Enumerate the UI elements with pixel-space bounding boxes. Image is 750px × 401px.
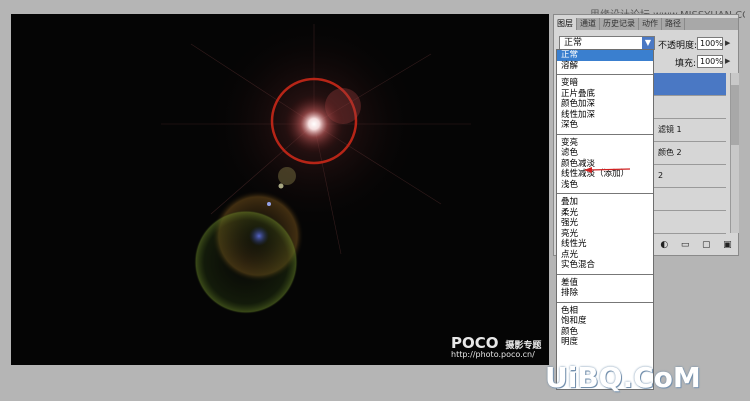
blend-option-screen[interactable]: 滤色 bbox=[557, 148, 653, 159]
layer-row[interactable]: 滤镜 1 bbox=[654, 119, 726, 142]
fill-label: 填充: bbox=[675, 59, 697, 69]
menu-divider bbox=[557, 273, 653, 275]
uibq-watermark: UiBQ.CoM bbox=[545, 361, 701, 394]
blend-option[interactable]: 线性光 bbox=[557, 239, 653, 250]
layer-icon-bar: ◐ ▭ ▢ ▣ bbox=[654, 237, 738, 253]
blend-option[interactable]: 点光 bbox=[557, 250, 653, 261]
blend-option[interactable]: 排除 bbox=[557, 288, 653, 299]
blend-option[interactable]: 亮光 bbox=[557, 229, 653, 240]
tab-history[interactable]: 历史记录 bbox=[600, 18, 639, 30]
blend-option[interactable]: 色相 bbox=[557, 306, 653, 317]
tab-actions[interactable]: 动作 bbox=[639, 18, 662, 30]
blend-option[interactable]: 明度 bbox=[557, 337, 653, 348]
chevron-down-icon[interactable]: ▼ bbox=[642, 37, 654, 49]
blend-option[interactable]: 颜色加深 bbox=[557, 99, 653, 110]
layer-row[interactable] bbox=[654, 73, 726, 96]
blend-option[interactable]: 颜色 bbox=[557, 327, 653, 338]
menu-divider bbox=[557, 301, 653, 303]
blend-option[interactable]: 饱和度 bbox=[557, 316, 653, 327]
scroll-thumb[interactable] bbox=[731, 85, 739, 145]
tab-channels[interactable]: 通道 bbox=[577, 18, 600, 30]
blend-option[interactable]: 柔光 bbox=[557, 208, 653, 219]
blend-option[interactable]: 差值 bbox=[557, 278, 653, 289]
layer-row[interactable]: 颜色 2 bbox=[654, 142, 726, 165]
panel-tabs: 图层 通道 历史记录 动作 路径 bbox=[554, 18, 738, 30]
blend-option[interactable]: 叠加 bbox=[557, 197, 653, 208]
blend-mode-select[interactable]: 正常 ▼ bbox=[559, 36, 655, 50]
blend-option[interactable]: 变暗 bbox=[557, 78, 653, 89]
blend-option[interactable]: 正常 bbox=[557, 50, 653, 61]
poco-url: http://photo.poco.cn/ bbox=[451, 350, 535, 359]
red-arrow-icon bbox=[584, 167, 631, 173]
opacity-label: 不透明度: bbox=[658, 41, 698, 51]
new-layer-icon[interactable]: ▢ bbox=[702, 240, 711, 250]
lens-flare-image bbox=[161, 14, 471, 314]
adjustment-icon[interactable]: ◐ bbox=[660, 240, 668, 250]
tab-paths[interactable]: 路径 bbox=[662, 18, 685, 30]
menu-divider bbox=[557, 74, 653, 75]
folder-icon[interactable]: ▭ bbox=[681, 240, 690, 250]
layer-row[interactable] bbox=[654, 96, 726, 119]
fill-arrow-icon[interactable]: ▶ bbox=[725, 55, 733, 68]
menu-divider bbox=[557, 193, 653, 194]
opacity-input[interactable]: 100% bbox=[697, 37, 723, 50]
layers-scrollbar[interactable] bbox=[730, 73, 739, 233]
image-canvas[interactable]: POCO 摄影专题 http://photo.poco.cn/ bbox=[11, 14, 549, 365]
blend-option[interactable]: 深色 bbox=[557, 120, 653, 131]
blend-option[interactable]: 强光 bbox=[557, 218, 653, 229]
layer-row[interactable] bbox=[654, 211, 726, 234]
layer-row[interactable]: 2 bbox=[654, 165, 726, 188]
layer-list: 滤镜 1 颜色 2 2 bbox=[654, 73, 726, 234]
blend-option[interactable]: 实色混合 bbox=[557, 260, 653, 271]
menu-divider bbox=[557, 133, 653, 135]
blend-option[interactable]: 正片叠底 bbox=[557, 89, 653, 100]
tab-layers[interactable]: 图层 bbox=[554, 18, 577, 30]
blend-option[interactable]: 溶解 bbox=[557, 61, 653, 72]
blend-mode-dropdown[interactable]: 正常 溶解 变暗 正片叠底 颜色加深 线性加深 深色 变亮 滤色 颜色减淡 线性… bbox=[556, 49, 654, 390]
trash-icon[interactable]: ▣ bbox=[723, 240, 732, 250]
layer-row[interactable] bbox=[654, 188, 726, 211]
opacity-arrow-icon[interactable]: ▶ bbox=[725, 37, 733, 50]
blend-option[interactable]: 线性加深 bbox=[557, 110, 653, 121]
fill-input[interactable]: 100% bbox=[697, 55, 723, 68]
blend-option[interactable]: 浅色 bbox=[557, 180, 653, 191]
blend-mode-value: 正常 bbox=[564, 38, 583, 48]
poco-watermark: POCO 摄影专题 http://photo.poco.cn/ bbox=[451, 334, 541, 359]
blend-option[interactable]: 变亮 bbox=[557, 138, 653, 149]
